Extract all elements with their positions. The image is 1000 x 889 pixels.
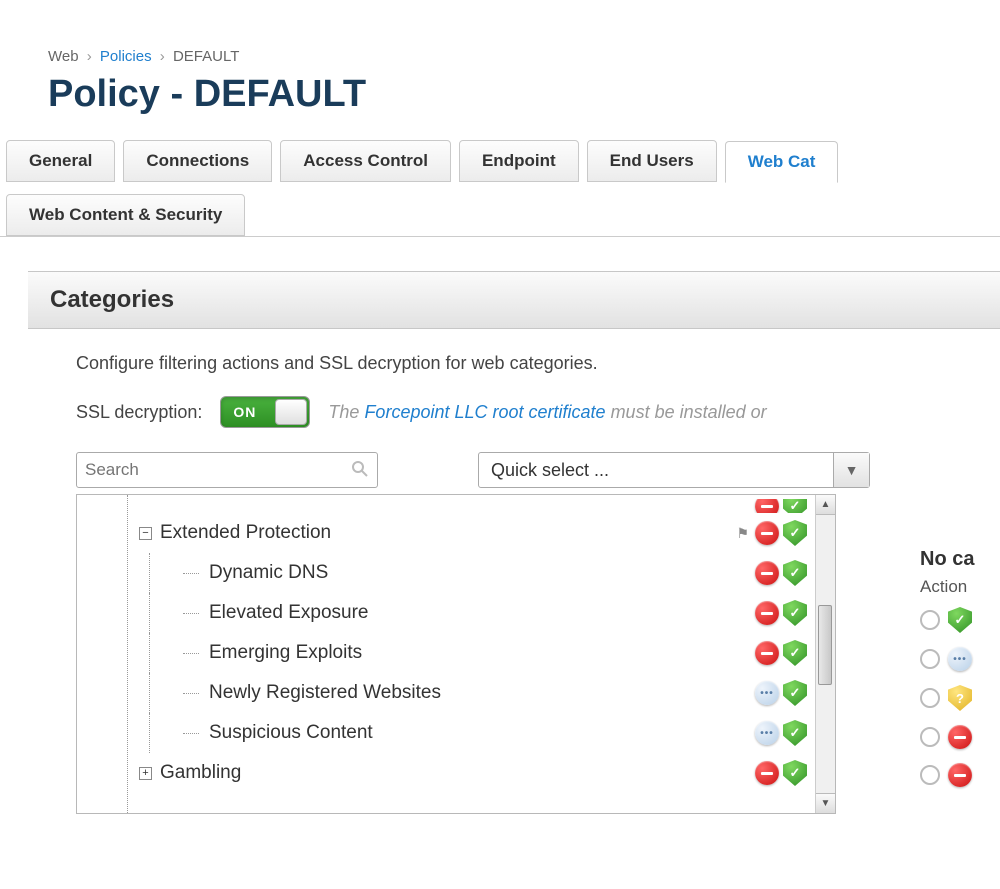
- tab-web-content-security[interactable]: Web Content & Security: [6, 194, 245, 236]
- tree-scrollbar[interactable]: ▲ ▼: [815, 495, 835, 813]
- tree-collapse-icon[interactable]: −: [139, 527, 152, 540]
- scroll-down-icon[interactable]: ▼: [816, 793, 835, 813]
- quick-select-dropdown[interactable]: Quick select ... ▼: [478, 452, 870, 488]
- tree-row-dynamic-dns[interactable]: Dynamic DNS ✓: [121, 553, 835, 593]
- search-input[interactable]: [85, 460, 351, 480]
- radio-button[interactable]: [920, 688, 940, 708]
- categories-description: Configure filtering actions and SSL decr…: [76, 353, 1000, 374]
- toggle-knob: [275, 399, 307, 425]
- shield-allow-icon[interactable]: ✓: [783, 680, 807, 706]
- side-panel-subtitle: Action: [920, 577, 1000, 597]
- action-option-row[interactable]: ?: [920, 685, 1000, 711]
- shield-allow-icon[interactable]: ✓: [783, 499, 807, 513]
- radio-button[interactable]: [920, 727, 940, 747]
- action-option-row[interactable]: ✓: [920, 607, 1000, 633]
- tree-label: Suspicious Content: [209, 722, 835, 744]
- block-icon[interactable]: [755, 499, 779, 513]
- radio-button[interactable]: [920, 610, 940, 630]
- search-icon[interactable]: [351, 460, 369, 481]
- tab-connections[interactable]: Connections: [123, 140, 272, 182]
- tab-endpoint[interactable]: Endpoint: [459, 140, 579, 182]
- category-tree-panel: ✓ − Extended Protection ⚑ ✓ Dynamic DNS …: [76, 494, 836, 814]
- action-option-row[interactable]: [920, 725, 1000, 749]
- shield-allow-icon[interactable]: ✓: [783, 520, 807, 546]
- block-icon[interactable]: [755, 761, 779, 785]
- ssl-decryption-label: SSL decryption:: [76, 402, 202, 423]
- flag-icon[interactable]: ⚑: [736, 525, 749, 542]
- tree-row-newly-registered[interactable]: Newly Registered Websites ••• ✓: [121, 673, 835, 713]
- shield-allow-icon[interactable]: ✓: [783, 600, 807, 626]
- tab-end-users[interactable]: End Users: [587, 140, 717, 182]
- block-icon[interactable]: [755, 601, 779, 625]
- breadcrumb-policies-link[interactable]: Policies: [100, 48, 152, 65]
- tree-row-gambling[interactable]: + Gambling ✓: [121, 753, 835, 793]
- radio-button[interactable]: [920, 649, 940, 669]
- shield-allow-icon[interactable]: ✓: [783, 640, 807, 666]
- shield-allow-icon[interactable]: ✓: [783, 720, 807, 746]
- tree-row-suspicious-content[interactable]: Suspicious Content ••• ✓: [121, 713, 835, 753]
- search-box[interactable]: [76, 452, 378, 488]
- tab-general[interactable]: General: [6, 140, 115, 182]
- tree-row-elevated-exposure[interactable]: Elevated Exposure ✓: [121, 593, 835, 633]
- breadcrumb-sep: ›: [87, 48, 92, 65]
- tree-row-extended-protection[interactable]: − Extended Protection ⚑ ✓: [121, 513, 835, 553]
- tree-expand-icon[interactable]: +: [139, 767, 152, 780]
- dropdown-arrow-icon[interactable]: ▼: [833, 453, 869, 487]
- tree-label: Elevated Exposure: [209, 602, 835, 624]
- tree-row-truncated: ✓: [121, 499, 835, 513]
- shield-allow-icon[interactable]: ✓: [783, 760, 807, 786]
- continue-icon: •••: [948, 647, 972, 671]
- tree-row-emerging-exploits[interactable]: Emerging Exploits ✓: [121, 633, 835, 673]
- breadcrumb-current: DEFAULT: [173, 48, 239, 65]
- block-icon: [948, 763, 972, 787]
- section-header-categories: Categories: [28, 271, 1000, 329]
- tabs-area: General Connections Access Control Endpo…: [0, 134, 1000, 237]
- shield-warn-icon: ?: [948, 685, 972, 711]
- shield-allow-icon[interactable]: ✓: [783, 560, 807, 586]
- tree-label: Newly Registered Websites: [209, 682, 835, 704]
- scroll-thumb[interactable]: [818, 605, 832, 685]
- continue-icon[interactable]: •••: [755, 721, 779, 745]
- tree-label: Emerging Exploits: [209, 642, 835, 664]
- page-title: Policy - DEFAULT: [48, 73, 1000, 116]
- scroll-up-icon[interactable]: ▲: [816, 495, 835, 515]
- breadcrumb-root: Web: [48, 48, 79, 65]
- tree-label: Dynamic DNS: [209, 562, 835, 584]
- side-panel-title: No ca: [920, 548, 1000, 571]
- block-icon[interactable]: [755, 641, 779, 665]
- tab-access-control[interactable]: Access Control: [280, 140, 451, 182]
- block-icon: [948, 725, 972, 749]
- breadcrumb-sep: ›: [160, 48, 165, 65]
- block-icon[interactable]: [755, 521, 779, 545]
- ssl-note: The Forcepoint LLC root certificate must…: [328, 402, 766, 423]
- action-option-row[interactable]: [920, 763, 1000, 787]
- quick-select-placeholder: Quick select ...: [479, 460, 833, 481]
- tree-label: Gambling: [160, 762, 835, 784]
- shield-allow-icon: ✓: [948, 607, 972, 633]
- root-certificate-link[interactable]: Forcepoint LLC root certificate: [364, 402, 605, 422]
- action-option-row[interactable]: •••: [920, 647, 1000, 671]
- continue-icon[interactable]: •••: [755, 681, 779, 705]
- tab-web-categories[interactable]: Web Cat: [725, 141, 839, 183]
- block-icon[interactable]: [755, 561, 779, 585]
- breadcrumb: Web › Policies › DEFAULT: [48, 48, 1000, 65]
- radio-button[interactable]: [920, 765, 940, 785]
- tree-label: Extended Protection: [160, 522, 835, 544]
- side-panel: No ca Action ✓ ••• ?: [920, 548, 1000, 801]
- ssl-decryption-toggle[interactable]: ON: [220, 396, 310, 428]
- toggle-state-label: ON: [233, 404, 256, 420]
